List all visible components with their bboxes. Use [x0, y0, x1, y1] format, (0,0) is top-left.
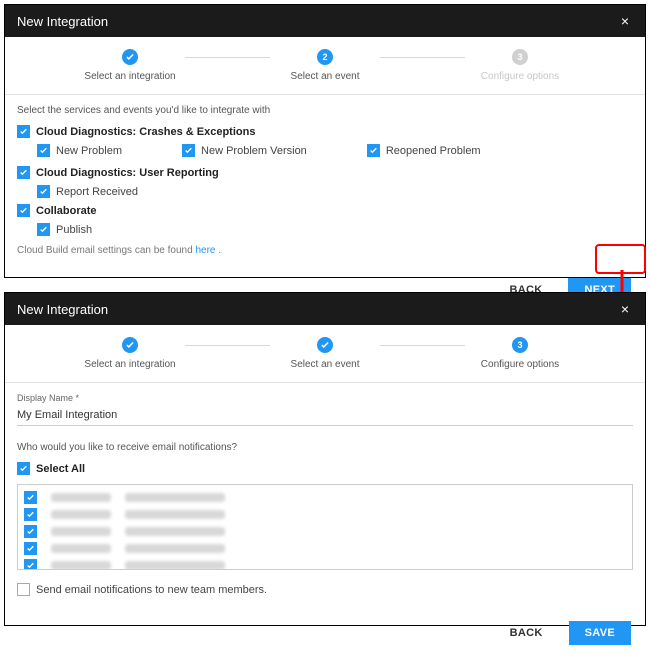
- footer: BACK SAVE: [5, 611, 645, 657]
- group-collaborate[interactable]: Collaborate: [17, 201, 633, 220]
- stepper: Select an integration Select an event 3 …: [5, 325, 645, 374]
- checkbox-checked-icon[interactable]: [367, 144, 380, 157]
- event-label: Reopened Problem: [386, 145, 481, 157]
- step-2: 2 Select an event: [270, 49, 380, 82]
- send-new-members[interactable]: Send email notifications to new team mem…: [17, 580, 633, 599]
- redacted-email: [125, 561, 225, 570]
- event-new-problem[interactable]: New Problem: [37, 144, 122, 157]
- event-label: Publish: [56, 224, 92, 236]
- checkbox-checked-icon[interactable]: [37, 185, 50, 198]
- checkbox-checked-icon[interactable]: [24, 525, 37, 538]
- display-name-input[interactable]: [17, 405, 633, 426]
- event-report-received[interactable]: Report Received: [17, 182, 633, 201]
- event-publish[interactable]: Publish: [17, 220, 633, 239]
- recipients-question: Who would you like to receive email noti…: [17, 442, 633, 453]
- checkbox-checked-icon[interactable]: [24, 491, 37, 504]
- checkbox-checked-icon[interactable]: [182, 144, 195, 157]
- redacted-name: [51, 561, 111, 570]
- event-label: New Problem: [56, 145, 122, 157]
- list-item[interactable]: [24, 506, 626, 523]
- step-number-icon: 3: [512, 337, 528, 353]
- titlebar: New Integration ×: [5, 293, 645, 325]
- redacted-name: [51, 510, 111, 519]
- checkbox-unchecked-icon[interactable]: [17, 583, 30, 596]
- titlebar: New Integration ×: [5, 5, 645, 37]
- step-label: Select an event: [291, 359, 360, 370]
- step-number-icon: 2: [317, 49, 333, 65]
- step-1: Select an integration: [75, 49, 185, 82]
- content-area: Display Name * Who would you like to rec…: [5, 383, 645, 611]
- redacted-email: [125, 493, 225, 502]
- redacted-name: [51, 527, 111, 536]
- redacted-email: [125, 510, 225, 519]
- close-icon[interactable]: ×: [617, 301, 633, 317]
- recipients-list[interactable]: [17, 484, 633, 570]
- step-label: Select an integration: [84, 359, 175, 370]
- list-item[interactable]: [24, 523, 626, 540]
- step-label: Configure options: [481, 71, 559, 82]
- step-3: 3 Configure options: [465, 337, 575, 370]
- checkbox-checked-icon[interactable]: [24, 559, 37, 570]
- step-label: Select an event: [291, 71, 360, 82]
- display-name-label: Display Name *: [17, 393, 633, 403]
- checkbox-checked-icon[interactable]: [24, 542, 37, 555]
- checkbox-checked-icon[interactable]: [17, 462, 30, 475]
- checkbox-checked-icon[interactable]: [17, 204, 30, 217]
- dialog-title: New Integration: [17, 14, 108, 29]
- group-crashes[interactable]: Cloud Diagnostics: Crashes & Exceptions: [17, 122, 633, 141]
- select-all[interactable]: Select All: [17, 459, 633, 478]
- intro-text: Select the services and events you'd lik…: [17, 105, 633, 116]
- checkbox-checked-icon[interactable]: [24, 508, 37, 521]
- checkbox-checked-icon[interactable]: [37, 144, 50, 157]
- panel-configure-options: New Integration × Select an integration …: [4, 292, 646, 626]
- send-new-label: Send email notifications to new team mem…: [36, 584, 267, 596]
- group-user-reporting[interactable]: Cloud Diagnostics: User Reporting: [17, 163, 633, 182]
- event-new-problem-version[interactable]: New Problem Version: [182, 144, 307, 157]
- stepper: Select an integration 2 Select an event …: [5, 37, 645, 86]
- list-item[interactable]: [24, 489, 626, 506]
- step-2: Select an event: [270, 337, 380, 370]
- event-label: Report Received: [56, 186, 138, 198]
- event-label: New Problem Version: [201, 145, 307, 157]
- event-reopened-problem[interactable]: Reopened Problem: [367, 144, 481, 157]
- list-item[interactable]: [24, 557, 626, 570]
- close-icon[interactable]: ×: [617, 13, 633, 29]
- group-label: Cloud Diagnostics: Crashes & Exceptions: [36, 126, 255, 138]
- redacted-email: [125, 527, 225, 536]
- panel-select-event: New Integration × Select an integration …: [4, 4, 646, 278]
- back-button[interactable]: BACK: [494, 621, 559, 645]
- select-all-label: Select All: [36, 463, 85, 475]
- footnote: Cloud Build email settings can be found …: [17, 245, 633, 256]
- redacted-email: [125, 544, 225, 553]
- check-icon: [122, 337, 138, 353]
- check-icon: [317, 337, 333, 353]
- list-item[interactable]: [24, 540, 626, 557]
- step-3: 3 Configure options: [465, 49, 575, 82]
- dialog-title: New Integration: [17, 302, 108, 317]
- content-area: Select the services and events you'd lik…: [5, 95, 645, 268]
- step-1: Select an integration: [75, 337, 185, 370]
- step-label: Configure options: [481, 359, 559, 370]
- checkbox-checked-icon[interactable]: [17, 125, 30, 138]
- checkbox-checked-icon[interactable]: [17, 166, 30, 179]
- redacted-name: [51, 544, 111, 553]
- group-label: Collaborate: [36, 205, 97, 217]
- step-label: Select an integration: [84, 71, 175, 82]
- save-button[interactable]: SAVE: [569, 621, 631, 645]
- check-icon: [122, 49, 138, 65]
- checkbox-checked-icon[interactable]: [37, 223, 50, 236]
- group-label: Cloud Diagnostics: User Reporting: [36, 167, 219, 179]
- redacted-name: [51, 493, 111, 502]
- footnote-link[interactable]: here: [195, 245, 215, 256]
- step-number-icon: 3: [512, 49, 528, 65]
